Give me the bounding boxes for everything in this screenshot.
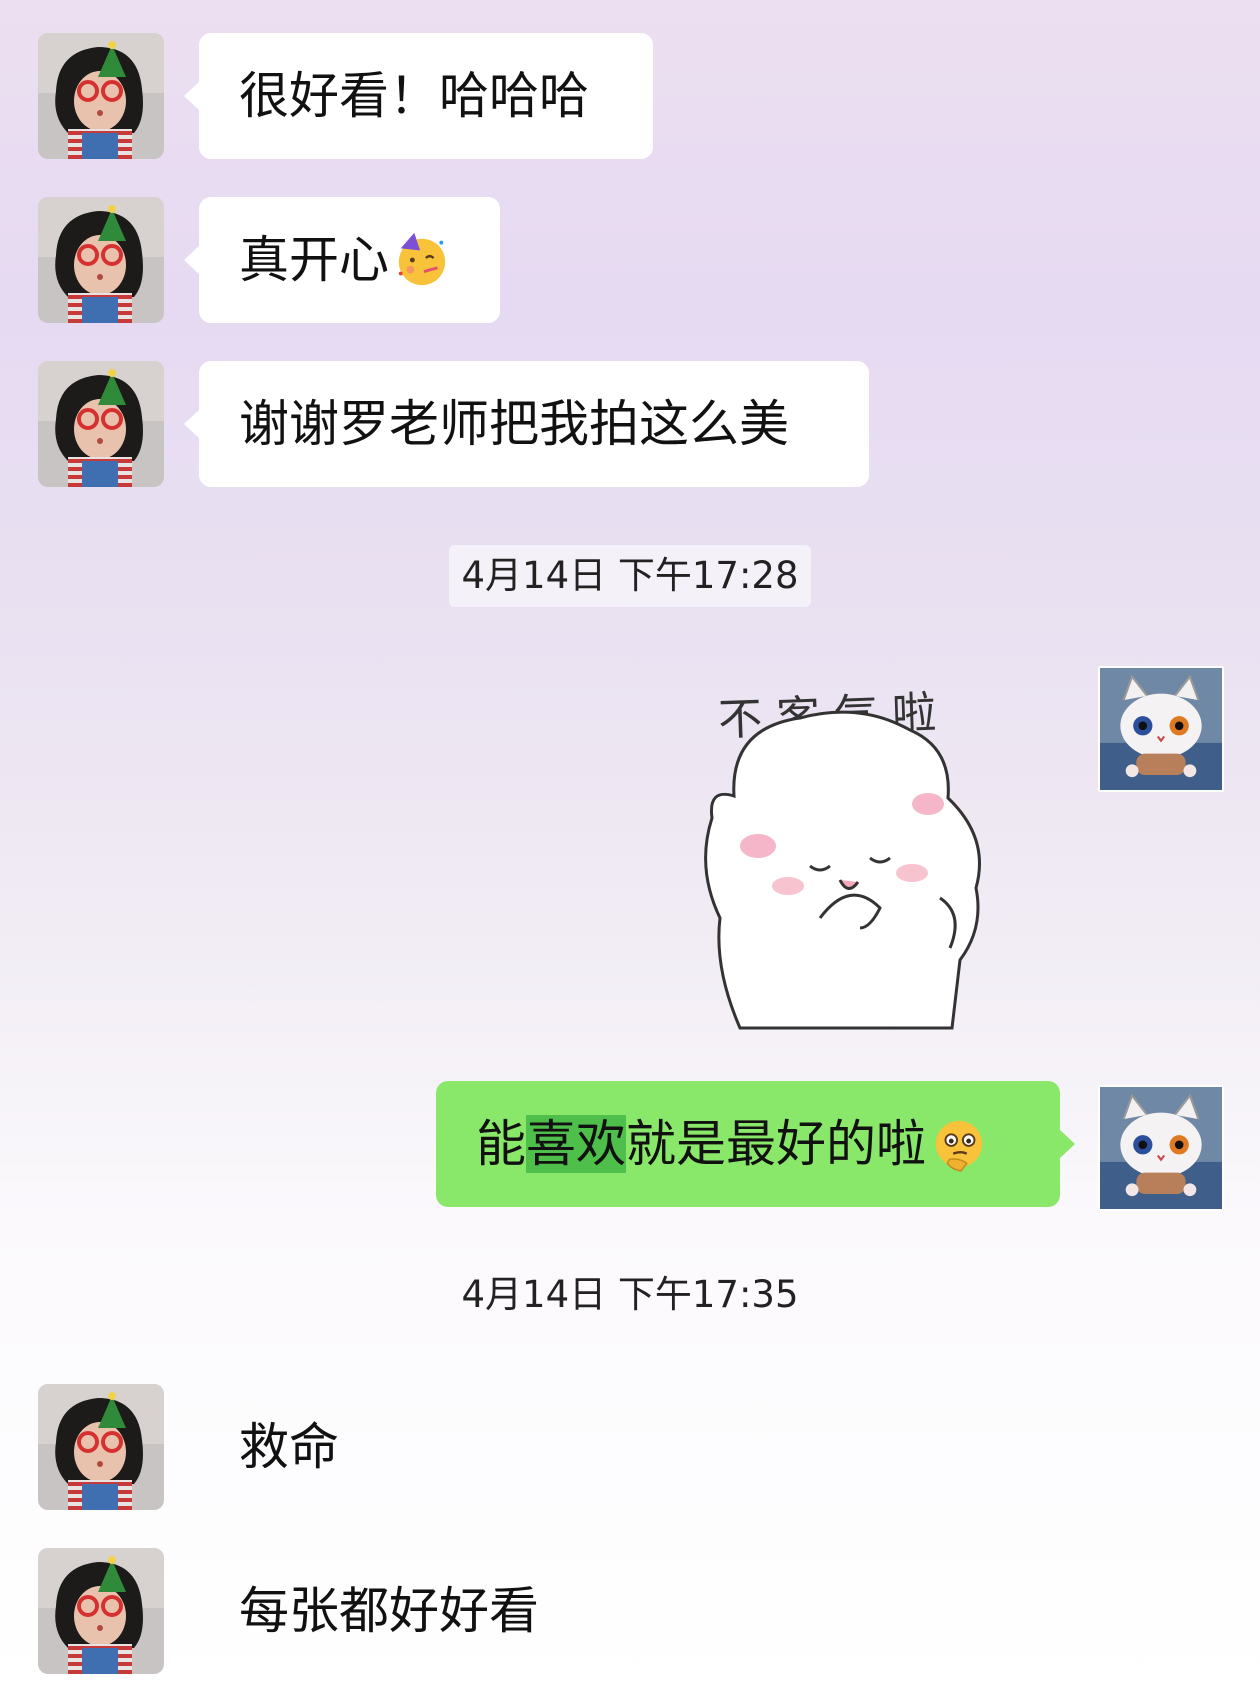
incoming-message-bubble[interactable]: 谢谢罗老师把我拍这么美: [184, 361, 869, 487]
message-text[interactable]: 救命: [239, 1384, 339, 1510]
message-text[interactable]: 每张都好好看: [239, 1548, 539, 1674]
timestamp-divider: 4月14日 下午17:28: [449, 545, 811, 607]
my-avatar[interactable]: [1098, 666, 1224, 792]
incoming-message-bubble[interactable]: 很好看！哈哈哈: [184, 33, 653, 159]
contact-avatar[interactable]: [38, 33, 164, 159]
message-text: 谢谢罗老师把我拍这么美: [239, 395, 789, 453]
contact-avatar[interactable]: [38, 361, 164, 487]
message-text: 真开心: [239, 231, 389, 289]
message-text: 就是最好的啦: [626, 1115, 926, 1173]
contact-avatar[interactable]: [38, 1548, 164, 1674]
message-text: 能: [476, 1115, 526, 1173]
selected-text-highlight[interactable]: 喜欢: [526, 1115, 626, 1173]
contact-avatar[interactable]: [38, 197, 164, 323]
timestamp-divider: 4月14日 下午17:35: [461, 1273, 799, 1316]
thinking-face-emoji-icon: [935, 1120, 983, 1172]
cat-sticker-icon[interactable]: [690, 668, 1010, 1038]
contact-avatar[interactable]: [38, 1384, 164, 1510]
partying-face-emoji-icon: [398, 232, 446, 285]
incoming-message-bubble[interactable]: 真开心: [184, 197, 500, 323]
outgoing-message-bubble[interactable]: 能喜欢就是最好的啦: [436, 1081, 1075, 1207]
my-avatar[interactable]: [1098, 1085, 1224, 1211]
message-text: 很好看！哈哈哈: [239, 67, 589, 125]
